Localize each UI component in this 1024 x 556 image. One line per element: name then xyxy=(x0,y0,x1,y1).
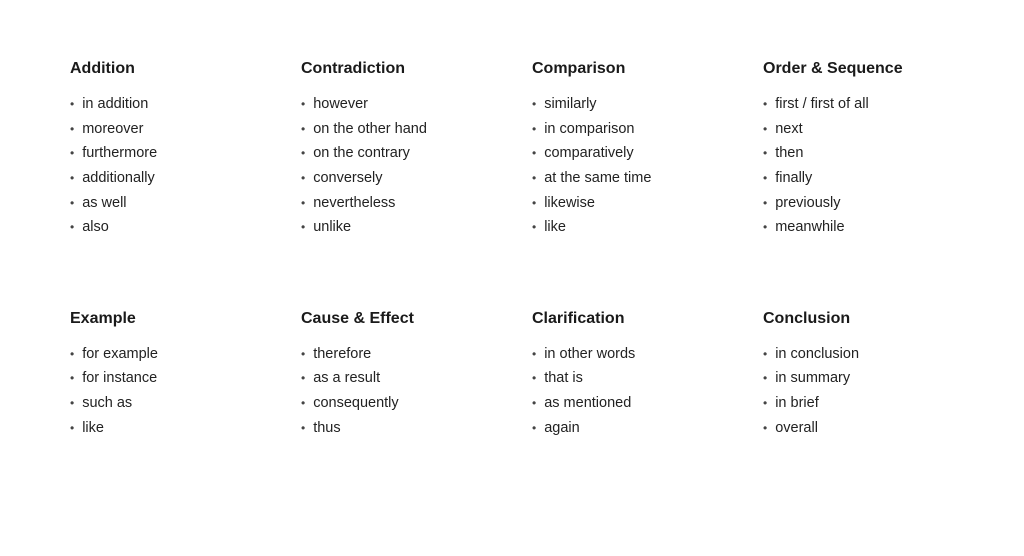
section-order-sequence: Order & Sequence first / first of allnext… xyxy=(743,40,974,270)
list-item: in summary xyxy=(763,366,954,391)
list-item: previously xyxy=(763,191,954,216)
list-item: next xyxy=(763,117,954,142)
list-item: as well xyxy=(70,191,261,216)
list-item: similarly xyxy=(532,92,723,117)
section-clarification: Clarification in other wordsthat isas men… xyxy=(512,290,743,471)
section-title-addition: Addition xyxy=(70,60,261,78)
section-example: Example for examplefor instancesuch aslik… xyxy=(50,290,281,471)
list-item: first / first of all xyxy=(763,92,954,117)
item-list-example: for examplefor instancesuch aslike xyxy=(70,342,261,441)
list-item: overall xyxy=(763,416,954,441)
section-title-comparison: Comparison xyxy=(532,60,723,78)
item-list-contradiction: howeveron the other handon the contraryc… xyxy=(301,92,492,240)
list-item: meanwhile xyxy=(763,215,954,240)
section-cause-effect: Cause & Effect thereforeas a resultconseq… xyxy=(281,290,512,471)
item-list-clarification: in other wordsthat isas mentionedagain xyxy=(532,342,723,441)
list-item: consequently xyxy=(301,391,492,416)
list-item: however xyxy=(301,92,492,117)
section-title-contradiction: Contradiction xyxy=(301,60,492,78)
list-item: on the contrary xyxy=(301,141,492,166)
section-title-conclusion: Conclusion xyxy=(763,310,954,328)
item-list-cause-effect: thereforeas a resultconsequentlythus xyxy=(301,342,492,441)
list-item: for instance xyxy=(70,366,261,391)
list-item: as a result xyxy=(301,366,492,391)
list-item: for example xyxy=(70,342,261,367)
section-title-order-sequence: Order & Sequence xyxy=(763,60,954,78)
section-comparison: Comparison similarlyin comparisoncomparat… xyxy=(512,40,743,270)
list-item: in other words xyxy=(532,342,723,367)
list-item: therefore xyxy=(301,342,492,367)
item-list-conclusion: in conclusionin summaryin briefoverall xyxy=(763,342,954,441)
section-conclusion: Conclusion in conclusionin summaryin brie… xyxy=(743,290,974,471)
list-item: in addition xyxy=(70,92,261,117)
list-item: thus xyxy=(301,416,492,441)
list-item: finally xyxy=(763,166,954,191)
list-item: conversely xyxy=(301,166,492,191)
row-divider xyxy=(50,270,974,290)
list-item: nevertheless xyxy=(301,191,492,216)
list-item: in brief xyxy=(763,391,954,416)
list-item: again xyxy=(532,416,723,441)
list-item: such as xyxy=(70,391,261,416)
list-item: like xyxy=(70,416,261,441)
section-contradiction: Contradiction howeveron the other handon … xyxy=(281,40,512,270)
list-item: on the other hand xyxy=(301,117,492,142)
section-addition: Addition in additionmoreoverfurthermoread… xyxy=(50,40,281,270)
list-item: comparatively xyxy=(532,141,723,166)
list-item: likewise xyxy=(532,191,723,216)
item-list-addition: in additionmoreoverfurthermoreadditional… xyxy=(70,92,261,240)
list-item: moreover xyxy=(70,117,261,142)
list-item: additionally xyxy=(70,166,261,191)
list-item: in comparison xyxy=(532,117,723,142)
list-item: as mentioned xyxy=(532,391,723,416)
list-item: unlike xyxy=(301,215,492,240)
item-list-order-sequence: first / first of allnextthenfinallyprevi… xyxy=(763,92,954,240)
item-list-comparison: similarlyin comparisoncomparativelyat th… xyxy=(532,92,723,240)
list-item: then xyxy=(763,141,954,166)
list-item: at the same time xyxy=(532,166,723,191)
main-grid: Addition in additionmoreoverfurthermoread… xyxy=(50,40,974,470)
section-title-clarification: Clarification xyxy=(532,310,723,328)
list-item: in conclusion xyxy=(763,342,954,367)
list-item: furthermore xyxy=(70,141,261,166)
list-item: that is xyxy=(532,366,723,391)
list-item: like xyxy=(532,215,723,240)
section-title-example: Example xyxy=(70,310,261,328)
section-title-cause-effect: Cause & Effect xyxy=(301,310,492,328)
list-item: also xyxy=(70,215,261,240)
